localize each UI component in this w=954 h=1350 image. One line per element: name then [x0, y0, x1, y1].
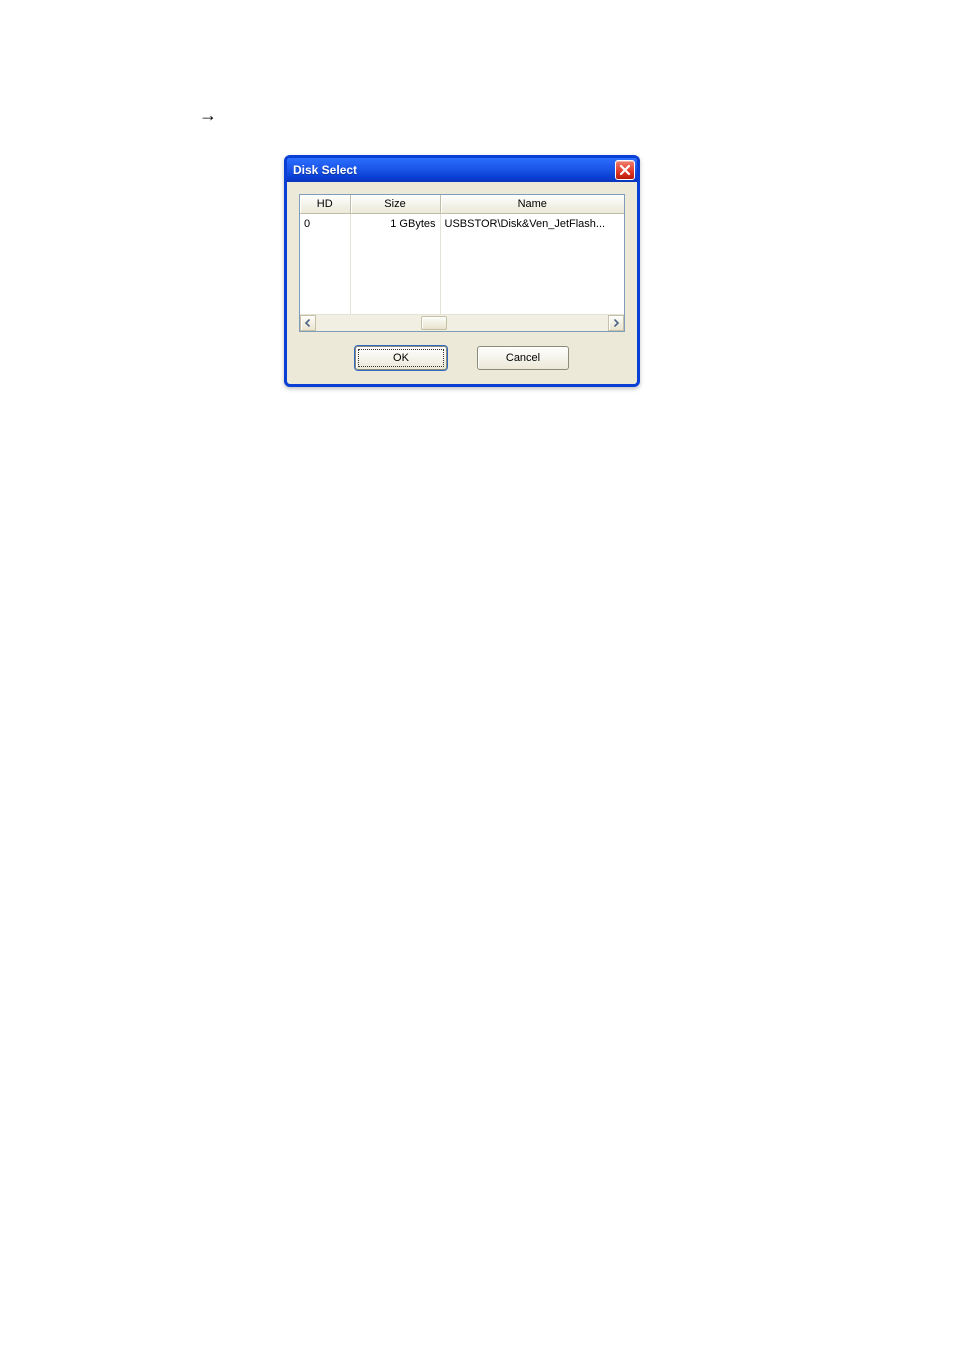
- scroll-right-button[interactable]: [608, 315, 624, 331]
- chevron-right-icon: [612, 319, 620, 327]
- table-row-empty: [300, 274, 624, 294]
- chevron-left-icon: [304, 319, 312, 327]
- disk-select-dialog: Disk Select HD Size Name: [284, 155, 640, 387]
- column-header-hd[interactable]: HD: [300, 195, 350, 214]
- table-row-empty: [300, 254, 624, 274]
- cell-name: USBSTOR\Disk&Ven_JetFlash...: [440, 214, 624, 235]
- table-row-empty: [300, 294, 624, 314]
- cell-hd: 0: [300, 214, 350, 235]
- close-icon: [619, 164, 631, 176]
- dialog-client-area: HD Size Name 0 1 GBytes USBSTOR\Disk&Ven…: [287, 182, 637, 384]
- disk-listview[interactable]: HD Size Name 0 1 GBytes USBSTOR\Disk&Ven…: [299, 194, 625, 332]
- table-row[interactable]: 0 1 GBytes USBSTOR\Disk&Ven_JetFlash...: [300, 214, 624, 235]
- column-header-name[interactable]: Name: [440, 195, 624, 214]
- column-header-size[interactable]: Size: [350, 195, 440, 214]
- cell-size: 1 GBytes: [350, 214, 440, 235]
- scroll-left-button[interactable]: [300, 315, 316, 331]
- titlebar[interactable]: Disk Select: [287, 158, 637, 182]
- arrow-glyph: →: [199, 106, 217, 124]
- close-button[interactable]: [615, 160, 635, 180]
- cancel-button[interactable]: Cancel: [477, 346, 569, 370]
- horizontal-scrollbar[interactable]: [300, 314, 624, 331]
- listview-header-row: HD Size Name: [300, 195, 624, 214]
- table-row-empty: [300, 234, 624, 254]
- scrollbar-track[interactable]: [316, 315, 608, 331]
- scrollbar-thumb[interactable]: [421, 316, 447, 330]
- dialog-title: Disk Select: [293, 163, 615, 177]
- dialog-button-row: OK Cancel: [299, 346, 625, 370]
- ok-button[interactable]: OK: [355, 346, 447, 370]
